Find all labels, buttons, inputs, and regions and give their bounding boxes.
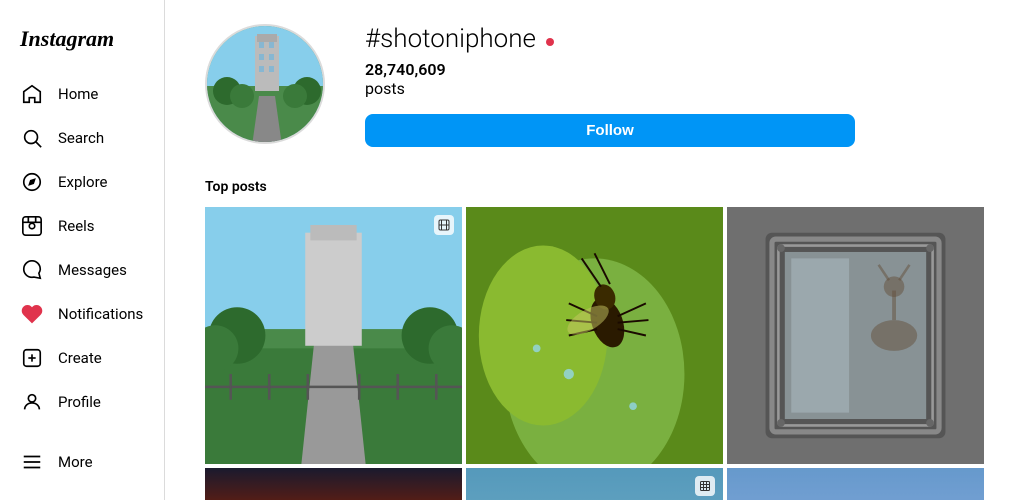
messages-label: Messages (58, 261, 127, 279)
follow-button[interactable]: Follow (365, 114, 855, 147)
create-label: Create (58, 349, 102, 367)
sidebar: Instagram Home Search Explore (0, 0, 165, 500)
top-posts-section: Top posts (205, 179, 984, 500)
reels-label: Reels (58, 217, 95, 235)
section-label: Top posts (205, 179, 984, 195)
post-thumb[interactable] (205, 468, 462, 500)
sidebar-item-more[interactable]: More (8, 440, 156, 484)
post-overlay-icon (434, 215, 454, 235)
sidebar-item-notifications[interactable]: Notifications (8, 292, 156, 336)
sidebar-item-messages[interactable]: Messages (8, 248, 156, 292)
post-thumb[interactable] (466, 207, 723, 464)
notifications-label: Notifications (58, 305, 143, 323)
profile-info: #shotoniphone 28,740,609 posts Follow (365, 24, 984, 147)
posts-grid (205, 207, 984, 500)
post-count: 28,740,609 (365, 60, 446, 79)
sidebar-item-home[interactable]: Home (8, 72, 156, 116)
home-icon (20, 82, 44, 106)
explore-icon (20, 170, 44, 194)
app-logo[interactable]: Instagram (8, 16, 156, 72)
post-thumb[interactable] (466, 468, 723, 500)
hashtag-title: #shotoniphone (365, 24, 536, 54)
messages-icon (20, 258, 44, 282)
sidebar-item-reels[interactable]: Reels (8, 204, 156, 248)
sidebar-bottom: More (8, 440, 156, 484)
more-icon (20, 450, 44, 474)
sidebar-item-profile[interactable]: Profile (8, 380, 156, 424)
sidebar-item-explore[interactable]: Explore (8, 160, 156, 204)
avatar (205, 24, 325, 144)
explore-label: Explore (58, 173, 108, 191)
profile-header: #shotoniphone 28,740,609 posts Follow (205, 24, 984, 147)
create-icon (20, 346, 44, 370)
post-thumb[interactable] (727, 207, 984, 464)
profile-icon (20, 390, 44, 414)
reels-icon (20, 214, 44, 238)
home-label: Home (58, 85, 98, 103)
post-thumb[interactable] (727, 468, 984, 500)
notifications-icon (20, 302, 44, 326)
sidebar-item-create[interactable]: Create (8, 336, 156, 380)
more-label: More (58, 453, 93, 471)
post-label: posts (365, 79, 984, 98)
notification-dot (546, 38, 554, 46)
main-content: #shotoniphone 28,740,609 posts Follow To… (165, 0, 1024, 500)
avatar-image (207, 26, 323, 142)
sidebar-item-search[interactable]: Search (8, 116, 156, 160)
search-label: Search (58, 129, 104, 147)
post-thumb[interactable] (205, 207, 462, 464)
search-icon (20, 126, 44, 150)
post-overlay-icon (695, 476, 715, 496)
profile-label: Profile (58, 393, 101, 411)
